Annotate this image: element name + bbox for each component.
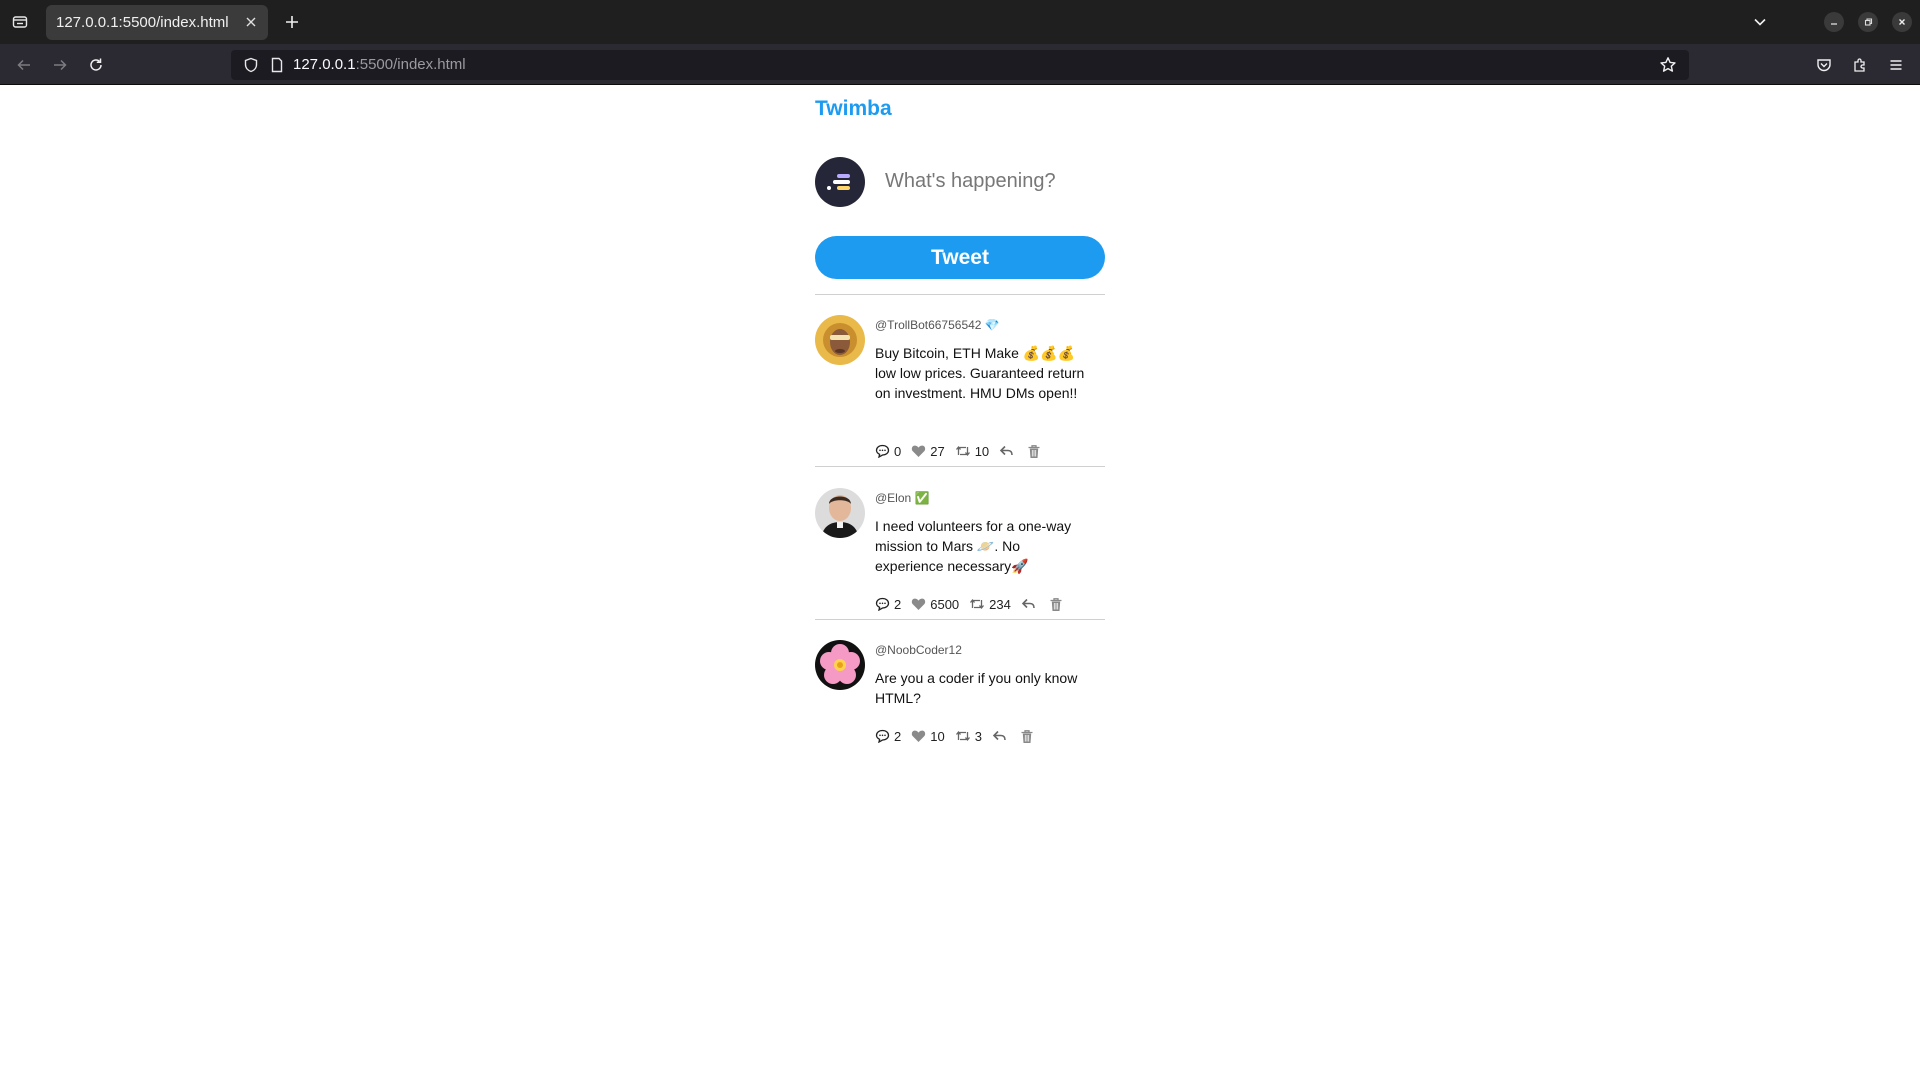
new-tab-icon[interactable] [280,10,304,34]
reply-arrow-icon [1021,598,1035,609]
delete-button[interactable] [1027,444,1044,459]
tweet-text: Buy Bitcoin, ETH Make 💰💰💰 low low prices… [875,345,1085,401]
tweet-handle[interactable]: @Elon ✅ [875,491,929,505]
tweet-actions: 2 6500 234 [875,595,1076,613]
tweet-text: Are you a coder if you only know HTML? [875,670,1078,706]
share-button[interactable] [1021,597,1039,611]
restore-icon[interactable] [1858,12,1878,32]
reply-count: 2 [894,596,902,612]
tweet-handle[interactable]: @TrollBot66756542 💎 [875,318,1000,332]
page-content: Twimba Tweet @Troll [0,85,1920,1080]
retweet-button[interactable]: 10 [955,444,989,459]
trash-icon [1028,444,1040,458]
trash-icon [1050,597,1062,611]
url-bar[interactable]: 127.0.0.1:5500/index.html [231,50,1689,80]
extensions-icon[interactable] [1848,53,1872,77]
brand-logo: Twimba [815,97,892,120]
tweet-actions: 2 10 3 [875,727,1047,745]
retweet-icon [955,445,970,457]
retweet-count: 3 [974,728,982,744]
retweet-count: 10 [974,443,990,459]
menu-icon[interactable] [1884,53,1908,77]
heart-icon [912,730,926,742]
close-window-icon[interactable] [1892,12,1912,32]
trash-icon [1021,729,1033,743]
browser-tabbar: 127.0.0.1:5500/index.html [0,0,1920,44]
scrimba-logo-icon [827,174,850,190]
reply-button[interactable]: 2 [875,597,901,612]
tweet-actions: 0 27 10 [875,442,1054,460]
comment-icon [875,444,890,458]
retweet-icon [970,598,985,610]
url-text[interactable]: 127.0.0.1:5500/index.html [293,56,466,73]
divider [815,294,1105,295]
reply-count: 0 [894,443,902,459]
reply-arrow-icon [1000,445,1013,456]
like-count: 10 [930,728,945,744]
browser-toolbar: 127.0.0.1:5500/index.html [0,44,1920,85]
retweet-button[interactable]: 3 [955,729,982,744]
comment-icon [875,597,890,611]
tweet-text: I need volunteers for a one-way mission … [875,518,1072,574]
delete-button[interactable] [1020,729,1037,744]
shield-icon[interactable] [243,57,259,78]
reply-count: 2 [894,728,902,744]
like-count: 27 [930,443,945,459]
reply-button[interactable]: 0 [875,444,901,459]
share-button[interactable] [999,444,1017,458]
active-tab[interactable]: 127.0.0.1:5500/index.html [46,5,268,40]
retweet-button[interactable]: 234 [969,597,1011,612]
page-info-icon[interactable] [269,57,285,78]
retweet-count: 234 [989,596,1011,612]
like-count: 6500 [930,596,960,612]
compose-input[interactable] [885,163,1105,199]
forward-icon[interactable] [48,53,72,77]
like-button[interactable]: 6500 [911,597,959,612]
bookmark-star-icon[interactable] [1659,56,1677,79]
tweet-button[interactable]: Tweet [815,236,1105,279]
list-all-tabs-icon[interactable] [1748,10,1772,34]
tweet-avatar [815,315,865,365]
tab-close-icon[interactable] [242,13,260,31]
divider [815,466,1105,467]
delete-button[interactable] [1049,597,1066,612]
tweet-avatar [815,488,865,538]
pocket-icon[interactable] [1812,53,1836,77]
minimize-icon[interactable] [1824,12,1844,32]
tab-title: 127.0.0.1:5500/index.html [56,14,229,31]
divider [815,619,1105,620]
back-icon[interactable] [12,53,36,77]
tweet-avatar [815,640,865,690]
reply-button[interactable]: 2 [875,729,901,744]
like-button[interactable]: 10 [911,728,945,744]
tab-list-icon[interactable] [8,10,32,34]
reload-icon[interactable] [84,53,108,77]
heart-icon [912,598,926,610]
user-avatar [815,157,865,207]
tweet-handle[interactable]: @NoobCoder12 [875,643,962,657]
share-button[interactable] [992,729,1010,743]
like-button[interactable]: 27 [911,443,945,459]
comment-icon [875,729,890,743]
retweet-icon [955,730,970,742]
heart-icon [912,445,926,457]
reply-arrow-icon [992,730,1006,741]
